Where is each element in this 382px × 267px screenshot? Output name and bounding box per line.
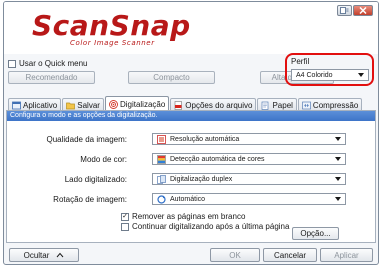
image-quality-select[interactable]: Resolução automática — [152, 133, 346, 145]
tab-label: Opções do arquivo — [185, 100, 253, 110]
quick-menu-checkbox-box[interactable] — [8, 59, 16, 68]
logo-text: ScanSnap — [32, 9, 191, 42]
profile-select[interactable]: A4 Colorido — [291, 69, 369, 81]
tab-label: Digitalização — [119, 99, 166, 109]
close-button[interactable] — [353, 5, 373, 16]
image-quality-label: Qualidade da imagem: — [46, 135, 128, 144]
ok-button[interactable]: OK — [210, 248, 260, 262]
quick-menu-checkbox[interactable]: Usar o Quick menu — [8, 59, 87, 68]
tab-label: Compressão — [312, 100, 359, 110]
resolution-icon — [157, 134, 166, 144]
save-folder-icon — [66, 101, 76, 110]
scan-target-icon — [108, 99, 118, 109]
scan-side-label: Lado digitalizado: — [64, 175, 127, 184]
preset-recommended-button[interactable]: Recomendado — [8, 71, 95, 84]
pdf-file-icon — [174, 100, 183, 110]
color-mode-value: Detecção automática de cores — [170, 155, 265, 163]
tab-label: Aplicativo — [23, 100, 58, 110]
hide-button[interactable]: Ocultar — [9, 248, 79, 262]
apply-button[interactable]: Aplicar — [320, 248, 373, 262]
image-rotation-select[interactable]: Automático — [152, 193, 346, 205]
chevron-down-icon — [335, 157, 341, 161]
color-mode-icon — [157, 154, 166, 164]
close-icon — [359, 7, 367, 14]
duplex-icon — [157, 174, 166, 184]
application-icon — [12, 101, 21, 110]
logo-subtitle: Color Image Scanner — [70, 39, 155, 47]
chevron-down-icon — [335, 197, 341, 201]
preset-compact-button[interactable]: Compacto — [128, 71, 215, 84]
profile-label: Perfil — [291, 57, 310, 66]
compression-icon — [302, 101, 311, 110]
image-rotation-label: Rotação de imagem: — [53, 195, 127, 204]
help-icon — [340, 6, 349, 14]
profile-select-value: A4 Colorido — [296, 71, 333, 79]
chevron-down-icon — [358, 73, 364, 77]
quick-menu-label: Usar o Quick menu — [19, 59, 88, 68]
scan-settings-panel: Configura o modo e as opções da digitali… — [6, 110, 376, 243]
tab-label: Papel — [272, 100, 293, 110]
chevron-down-icon — [335, 137, 341, 141]
option-button[interactable]: Opção... — [292, 227, 339, 240]
continue-scanning-label: Continuar digitalizando após a última pá… — [132, 222, 290, 231]
help-button[interactable] — [337, 5, 352, 16]
continue-scanning-option[interactable]: Continuar digitalizando após a última pá… — [121, 222, 289, 231]
chevron-down-icon — [335, 177, 341, 181]
panel-hint-bar: Configura o modo e as opções da digitali… — [7, 111, 375, 121]
remove-blank-pages-option[interactable]: ✓ Remover as páginas em branco — [121, 212, 245, 221]
header: ScanSnap Color Image Scanner — [4, 2, 378, 54]
continue-scanning-checkbox[interactable] — [121, 222, 129, 231]
color-mode-label: Modo de cor: — [80, 155, 127, 164]
chevron-up-icon — [57, 252, 64, 258]
rotation-icon — [157, 194, 166, 204]
tab-digitalizacao[interactable]: Digitalização — [104, 96, 170, 111]
paper-icon — [261, 101, 270, 110]
color-mode-select[interactable]: Detecção automática de cores — [152, 153, 346, 165]
tab-label: Salvar — [77, 100, 100, 110]
image-rotation-value: Automático — [170, 195, 206, 203]
cancel-button[interactable]: Cancelar — [263, 248, 317, 262]
settings-tabs: Aplicativo Salvar Digitalização Opções d… — [8, 96, 363, 111]
remove-blank-pages-label: Remover as páginas em branco — [132, 212, 246, 221]
scan-side-value: Digitalização duplex — [170, 175, 233, 183]
image-quality-value: Resolução automática — [170, 135, 240, 143]
scansnap-logo: ScanSnap Color Image Scanner — [32, 9, 191, 48]
scan-side-select[interactable]: Digitalização duplex — [152, 173, 346, 185]
scansnap-settings-window: ScanSnap Color Image Scanner Usar o Quic… — [3, 1, 379, 265]
remove-blank-pages-checkbox[interactable]: ✓ — [121, 212, 129, 221]
hide-button-label: Ocultar — [23, 250, 50, 260]
